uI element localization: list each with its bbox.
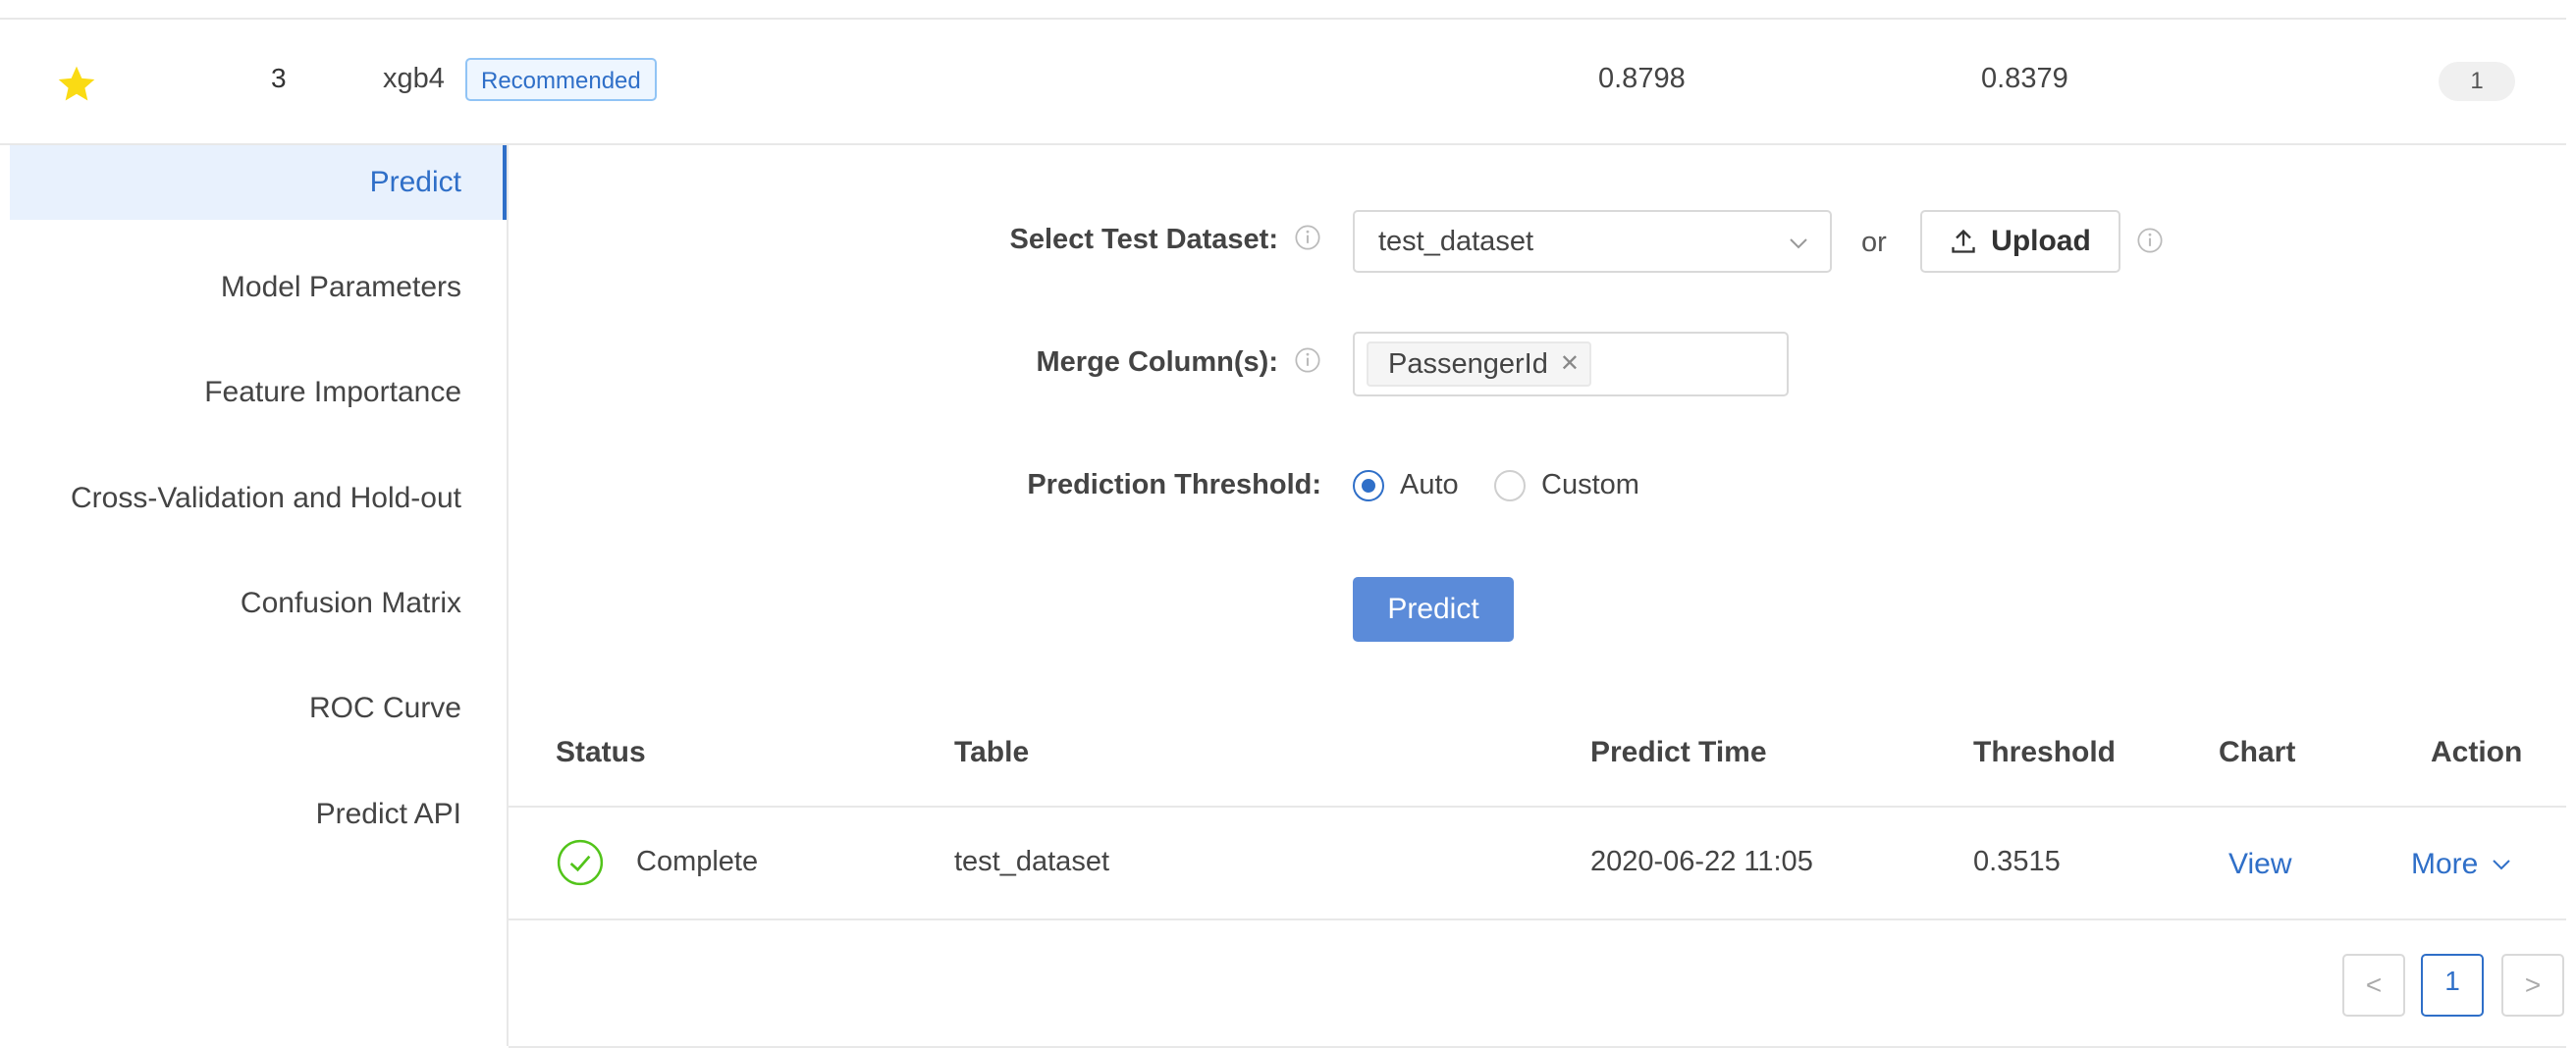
- menu-item-predict-api[interactable]: Predict API: [10, 777, 507, 852]
- menu-item-confusion-matrix[interactable]: Confusion Matrix: [10, 566, 507, 641]
- upload-info-icon[interactable]: [2136, 227, 2164, 254]
- upload-button[interactable]: Upload: [1920, 210, 2120, 273]
- column-header-chart: Chart: [2219, 736, 2296, 768]
- row-threshold: 0.3515: [1973, 846, 2061, 877]
- prediction-threshold-label: Prediction Threshold:: [1027, 469, 1321, 500]
- pagination-page-1[interactable]: 1: [2421, 954, 2484, 1017]
- merge-column-tag: PassengerId ✕: [1367, 341, 1591, 387]
- radio-custom[interactable]: [1494, 470, 1526, 501]
- pagination-prev-button[interactable]: <: [2342, 954, 2405, 1017]
- column-header-table: Table: [954, 736, 1030, 768]
- close-icon[interactable]: ✕: [1560, 343, 1580, 385]
- radio-auto-label: Auto: [1400, 469, 1459, 500]
- count-badge: 1: [2439, 62, 2515, 101]
- chevron-down-icon: [2493, 860, 2511, 870]
- column-header-status: Status: [556, 736, 646, 768]
- star-icon[interactable]: [55, 63, 98, 106]
- menu-item-model-parameters[interactable]: Model Parameters: [10, 250, 507, 325]
- info-icon[interactable]: [1294, 224, 1321, 251]
- pagination-next-button[interactable]: >: [2501, 954, 2564, 1017]
- model-name: xgb4: [383, 63, 445, 94]
- row-predict-time: 2020-06-22 11:05: [1590, 846, 1813, 877]
- menu-item-cross-validation[interactable]: Cross-Validation and Hold-out: [10, 461, 507, 536]
- model-metric-2: 0.8379: [1981, 63, 2068, 94]
- chevron-down-icon: [1790, 238, 1807, 249]
- predict-button[interactable]: Predict: [1353, 577, 1514, 642]
- menu-item-roc-curve[interactable]: ROC Curve: [10, 671, 507, 746]
- recommended-badge: Recommended: [465, 58, 657, 101]
- dataset-select[interactable]: test_dataset: [1353, 210, 1832, 273]
- menu-item-feature-importance[interactable]: Feature Importance: [10, 355, 507, 430]
- select-dataset-label: Select Test Dataset:: [1009, 224, 1278, 255]
- more-actions-label: More: [2411, 848, 2479, 880]
- view-chart-link[interactable]: View: [2228, 848, 2291, 881]
- top-divider: [0, 18, 2566, 20]
- merge-columns-select[interactable]: PassengerId ✕: [1353, 332, 1789, 396]
- merge-info-icon[interactable]: [1294, 346, 1321, 374]
- radio-auto[interactable]: [1353, 470, 1384, 501]
- model-metric-1: 0.8798: [1598, 63, 1686, 94]
- table-header-divider: [509, 806, 2566, 808]
- row-table: test_dataset: [954, 846, 1109, 877]
- model-rank: 3: [271, 63, 287, 93]
- merge-column-tag-label: PassengerId: [1388, 348, 1548, 380]
- upload-button-label: Upload: [1991, 225, 2091, 257]
- row-status: Complete: [636, 846, 759, 877]
- check-circle-icon: [557, 839, 604, 886]
- upload-icon: [1952, 229, 1975, 253]
- menu-item-predict[interactable]: Predict: [10, 145, 507, 220]
- or-text: or: [1861, 227, 1887, 258]
- radio-custom-label: Custom: [1541, 469, 1639, 500]
- merge-columns-label: Merge Column(s):: [1036, 346, 1279, 378]
- dataset-select-value: test_dataset: [1378, 226, 1533, 257]
- table-row-divider: [509, 918, 2566, 920]
- column-header-predict-time: Predict Time: [1590, 736, 1767, 768]
- menu-divider: [507, 145, 509, 1046]
- column-header-threshold: Threshold: [1973, 736, 2117, 768]
- more-actions-dropdown[interactable]: More: [2411, 848, 2513, 881]
- column-header-action: Action: [2431, 736, 2523, 768]
